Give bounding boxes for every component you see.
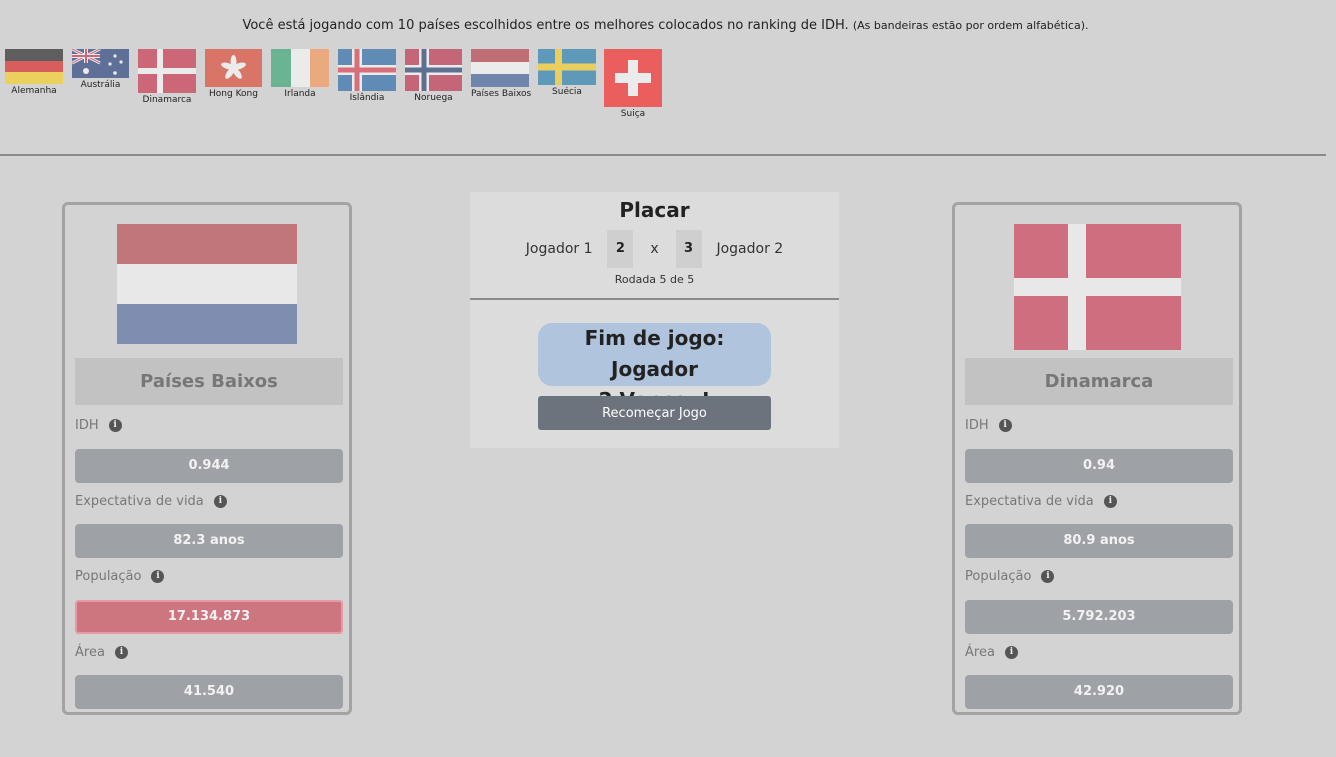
hong-kong-flag-icon	[205, 49, 262, 87]
life-expectancy-label: Expectativa de vida i	[75, 494, 227, 509]
flag-label: Irlanda	[284, 89, 316, 99]
stat-label-text: População	[75, 569, 142, 584]
info-icon[interactable]: i	[114, 646, 128, 659]
life-expectancy-value-button[interactable]: 82.3 anos	[75, 524, 343, 558]
flag-label: Países Baixos	[471, 89, 532, 99]
flag-label: Suécia	[552, 87, 582, 97]
scoreboard: Placar Jogador 1 2 x 3 Jogador 2 Rodada …	[470, 192, 839, 448]
result-text-line1: Fim de jogo: Jogador	[584, 326, 725, 381]
netherlands-flag-icon	[117, 224, 297, 344]
idh-value-button[interactable]: 0.94	[965, 449, 1233, 483]
player2-country-name: Dinamarca	[965, 358, 1233, 405]
norway-flag-icon	[405, 49, 462, 91]
info-icon[interactable]: i	[1103, 495, 1117, 508]
flag-label: Dinamarca	[142, 95, 192, 105]
flag-item-hong-kong: Hong Kong	[205, 49, 262, 99]
area-value-button[interactable]: 42.920	[965, 675, 1233, 709]
idh-value-button[interactable]: 0.944	[75, 449, 343, 483]
info-icon[interactable]: i	[1041, 570, 1055, 583]
player2-flag	[955, 224, 1239, 352]
australia-flag-icon	[72, 49, 129, 78]
stat-label-text: Área	[75, 645, 105, 660]
stat-label-text: IDH	[75, 418, 99, 433]
denmark-flag-icon	[1013, 224, 1181, 350]
population-label: População i	[965, 569, 1055, 584]
area-label: Área i	[965, 645, 1018, 660]
info-icon[interactable]: i	[998, 419, 1012, 432]
intro-text: Você está jogando com 10 países escolhid…	[242, 18, 849, 33]
life-expectancy-value-button[interactable]: 80.9 anos	[965, 524, 1233, 558]
flag-label: Suiça	[620, 109, 646, 119]
sweden-flag-icon	[538, 49, 596, 85]
flag-item-australia: Austrália	[72, 49, 129, 90]
stat-label-text: Expectativa de vida	[965, 494, 1094, 509]
player1-label: Jogador 1	[525, 241, 593, 257]
flag-item-paises-baixos: Países Baixos	[471, 49, 532, 99]
player1-country-name: Países Baixos	[75, 358, 343, 405]
country-flag-list: Alemanha Austrália Dinamarca Hong Kong I…	[0, 48, 1331, 138]
player1-flag	[65, 224, 349, 352]
switzerland-flag-icon	[604, 49, 662, 107]
player1-card: Países Baixos IDH i 0.944 Expectativa de …	[62, 202, 352, 715]
game-result-badge: Fim de jogo: Jogador 2 Venceu!	[538, 323, 771, 412]
scoreboard-title: Placar	[619, 198, 690, 222]
population-label: População i	[75, 569, 165, 584]
denmark-flag-icon	[138, 49, 196, 93]
ireland-flag-icon	[271, 49, 329, 87]
intro-note: (As bandeiras estão por ordem alfabética…	[852, 19, 1089, 32]
info-icon[interactable]: i	[151, 570, 165, 583]
restart-game-button[interactable]: Recomeçar Jogo	[538, 396, 771, 430]
info-icon[interactable]: i	[213, 495, 227, 508]
game-intro: Você está jogando com 10 países escolhid…	[0, 18, 1331, 33]
stat-label-text: IDH	[965, 418, 989, 433]
idh-label: IDH i	[965, 418, 1012, 433]
score-separator: x	[650, 241, 659, 257]
population-value-button[interactable]: 5.792.203	[965, 600, 1233, 634]
flag-item-irlanda: Irlanda	[271, 49, 329, 99]
idh-label: IDH i	[75, 418, 122, 433]
netherlands-flag-icon	[471, 49, 529, 87]
stat-label-text: Expectativa de vida	[75, 494, 204, 509]
flag-label: Alemanha	[11, 86, 57, 96]
flag-item-suica: Suiça	[604, 49, 662, 119]
player2-card: Dinamarca IDH i 0.94 Expectativa de vida i…	[952, 202, 1242, 715]
info-icon[interactable]: i	[108, 419, 122, 432]
germany-flag-icon	[5, 49, 63, 84]
player2-score: 3	[675, 230, 702, 268]
score-line: Jogador 1 2 x 3 Jogador 2	[470, 230, 839, 268]
flag-label: Noruega	[414, 93, 453, 103]
flag-label: Islândia	[349, 93, 385, 103]
flag-item-dinamarca: Dinamarca	[138, 49, 196, 105]
round-indicator: Rodada 5 de 5	[614, 273, 695, 286]
area-value-button[interactable]: 41.540	[75, 675, 343, 709]
section-divider	[0, 154, 1326, 156]
flag-label: Hong Kong	[209, 89, 258, 99]
iceland-flag-icon	[338, 49, 396, 91]
flag-item-suecia: Suécia	[538, 49, 596, 97]
flag-label: Austrália	[80, 80, 121, 90]
area-label: Área i	[75, 645, 128, 660]
stat-label-text: Área	[965, 645, 995, 660]
stat-label-text: População	[965, 569, 1032, 584]
player2-label: Jogador 2	[716, 241, 784, 257]
flag-item-noruega: Noruega	[405, 49, 462, 103]
life-expectancy-label: Expectativa de vida i	[965, 494, 1117, 509]
flag-item-islandia: Islândia	[338, 49, 396, 103]
scoreboard-divider	[470, 298, 839, 300]
flag-item-alemanha: Alemanha	[5, 49, 63, 96]
info-icon[interactable]: i	[1004, 646, 1018, 659]
population-value-button[interactable]: 17.134.873	[75, 600, 343, 634]
player1-score: 2	[607, 230, 634, 268]
